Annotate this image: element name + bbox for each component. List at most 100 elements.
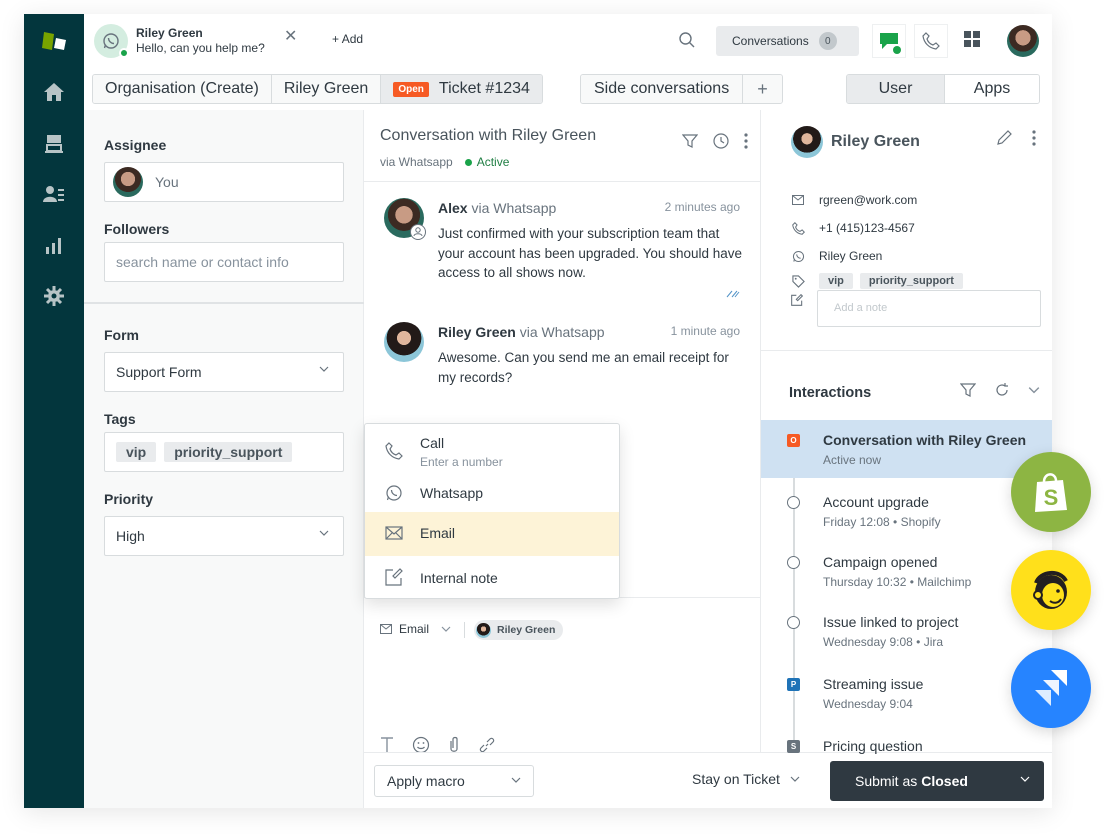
interaction-item[interactable]: Issue linked to project Wednesday 9:08 • … [761, 602, 1052, 660]
user-context-panel: Riley Green rgreen@work.com +1 (415)123-… [761, 110, 1052, 754]
interaction-title: Account upgrade [823, 494, 929, 510]
search-icon[interactable] [678, 31, 696, 54]
whatsapp-icon [94, 24, 129, 58]
home-icon[interactable] [42, 80, 66, 104]
interaction-item[interactable]: Campaign opened Thursday 10:32 • Mailchim… [761, 542, 1052, 600]
tab-organisation[interactable]: Organisation (Create) [93, 75, 272, 103]
interaction-meta: Active now [823, 453, 882, 467]
refresh-icon[interactable] [994, 382, 1010, 398]
views-icon[interactable] [42, 132, 66, 156]
mailchimp-integration-icon[interactable] [1011, 550, 1091, 630]
interaction-meta: Friday 12:08 • Shopify [823, 515, 941, 529]
customers-icon[interactable] [42, 182, 66, 206]
assignee-field[interactable]: You [104, 162, 344, 202]
filter-icon[interactable] [960, 382, 976, 398]
interaction-item[interactable]: S Pricing question [761, 726, 1052, 784]
add-note-input[interactable]: Add a note [817, 290, 1041, 327]
interaction-meta: Wednesday 9:04 [823, 697, 913, 711]
chevron-down-icon [319, 366, 329, 372]
menu-item-internal-note[interactable]: Internal note [365, 558, 619, 598]
recipient-avatar [476, 622, 491, 638]
message-item: Alex via Whatsapp 2 minutes ago Just con… [384, 198, 744, 298]
context-panel-toggle: User Apps [846, 74, 1040, 104]
add-tab-button[interactable]: + Add [332, 32, 363, 46]
phone-icon [385, 442, 403, 460]
interaction-item[interactable]: P Streaming issue Wednesday 9:04 [761, 664, 1052, 722]
ticket-properties-panel: Assignee You Followers search name or co… [84, 110, 364, 808]
customer-avatar [384, 322, 424, 362]
priority-select[interactable]: High [104, 516, 344, 556]
section-divider [761, 350, 1052, 351]
reporting-icon[interactable] [42, 234, 66, 258]
message-body: Awesome. Can you send me an email receip… [438, 350, 729, 385]
conversations-count-badge: 0 [818, 32, 837, 50]
settings-gear-icon[interactable] [42, 284, 66, 308]
user-header: Riley Green [791, 126, 920, 158]
recipient-chip[interactable]: Riley Green [474, 620, 564, 640]
tab-ticket[interactable]: Open Ticket #1234 [381, 75, 542, 103]
app-window: Riley Green Hello, can you help me? ✕ + … [24, 14, 1052, 808]
history-icon[interactable] [712, 132, 730, 150]
conversations-button[interactable]: Conversations 0 [716, 26, 859, 56]
tab-user[interactable]: User [847, 75, 945, 103]
messaging-status-button[interactable] [872, 24, 906, 58]
apps-grid-icon[interactable] [964, 31, 980, 52]
conversation-status: Active [476, 155, 510, 169]
tab-apps[interactable]: Apps [945, 75, 1039, 103]
chevron-down-icon[interactable] [1028, 386, 1040, 394]
more-options-icon[interactable] [744, 133, 748, 149]
user-phone-row: +1 (415)123-4567 [791, 221, 915, 235]
user-name: Riley Green [831, 133, 920, 150]
online-status-dot [119, 48, 129, 58]
filter-icon[interactable] [682, 133, 698, 149]
message-body: Just confirmed with your subscription te… [438, 226, 742, 280]
current-user-avatar[interactable] [1007, 25, 1039, 57]
jira-integration-icon[interactable] [1011, 648, 1091, 728]
priority-label: Priority [104, 491, 154, 507]
interaction-item[interactable]: O Conversation with Riley Green Active now [761, 420, 1052, 478]
menu-item-email[interactable]: Email [365, 512, 619, 556]
tag-icon [791, 274, 805, 288]
tag-chip[interactable]: priority_support [859, 273, 963, 289]
menu-item-whatsapp[interactable]: Whatsapp [365, 476, 619, 512]
form-select[interactable]: Support Form [104, 352, 344, 392]
phone-icon [791, 221, 805, 235]
chevron-down-icon [441, 626, 451, 632]
menu-item-call[interactable]: Call Enter a number [365, 424, 619, 472]
side-conversations-button[interactable]: Side conversations [581, 75, 744, 103]
plus-icon: + [332, 32, 342, 46]
tag-chip[interactable]: priority_support [164, 442, 293, 462]
zendesk-logo-icon[interactable] [42, 30, 68, 54]
followers-input[interactable]: search name or contact info [104, 242, 344, 282]
message-item: Riley Green via Whatsapp 1 minute ago Aw… [384, 322, 744, 402]
primary-nav [24, 14, 84, 808]
edit-pencil-icon[interactable] [996, 130, 1012, 146]
message-sender: Alex via Whatsapp [438, 200, 557, 216]
tag-chip[interactable]: vip [819, 273, 853, 289]
user-email-row: rgreen@work.com [791, 193, 917, 207]
mail-icon [791, 195, 805, 205]
more-options-icon[interactable] [1032, 130, 1036, 146]
mail-icon [385, 526, 403, 540]
tab-requester[interactable]: Riley Green [271, 75, 382, 103]
user-avatar [791, 126, 823, 158]
composer-channel-select[interactable]: Email [380, 622, 451, 636]
whatsapp-tab-message: Hello, can you help me? [136, 41, 265, 55]
interaction-meta: Thursday 10:32 • Mailchimp [823, 575, 972, 589]
ticket-tabs-bar: Organisation (Create) Riley Green Open T… [84, 68, 1052, 110]
top-bar: Riley Green Hello, can you help me? ✕ + … [84, 14, 1052, 68]
phone-button[interactable] [914, 24, 948, 58]
side-conversations-group: Side conversations + [580, 74, 783, 104]
close-tab-icon[interactable]: ✕ [284, 26, 297, 46]
interaction-title: Pricing question [823, 738, 923, 754]
tag-chip[interactable]: vip [116, 442, 157, 462]
interaction-item[interactable]: Account upgrade Friday 12:08 • Shopify [761, 482, 1052, 540]
interaction-title: Streaming issue [823, 676, 924, 692]
header-divider [364, 181, 761, 182]
shopify-integration-icon[interactable]: S [1011, 452, 1091, 532]
add-side-conversation-button[interactable]: + [743, 75, 782, 103]
composer-divider-vertical [464, 622, 465, 638]
tags-field[interactable]: vip priority_support [104, 432, 344, 472]
interactions-title: Interactions [789, 385, 872, 401]
apply-macro-select[interactable]: Apply macro [374, 765, 534, 797]
